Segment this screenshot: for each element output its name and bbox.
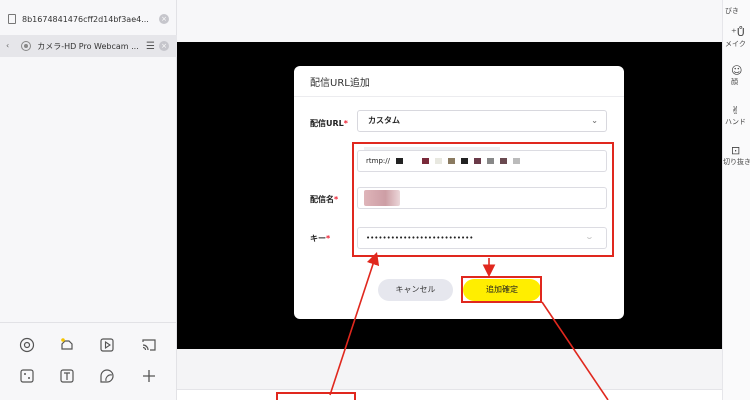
chevron-down-icon: ⌄: [591, 116, 598, 125]
source-name: カメラ-HD Pro Webcam ...: [37, 41, 139, 51]
source-toolbar: [0, 322, 177, 400]
effect-label: 切り抜き: [723, 158, 750, 166]
sticker-source-icon[interactable]: [98, 367, 116, 385]
url-type-value: カスタム: [368, 116, 400, 125]
source-panel: 8b1674841476cff2d14bf3ae4... × ‹ カメラ-HD …: [0, 0, 177, 400]
source-name: 8b1674841476cff2d14bf3ae4...: [22, 14, 149, 24]
name-label-text: 配信名: [310, 195, 334, 204]
required-mark: *: [343, 119, 348, 128]
bottom-bar: [177, 389, 722, 400]
effect-label: びき: [725, 7, 739, 15]
add-source-icon[interactable]: [140, 367, 158, 385]
camera-source-icon[interactable]: [18, 336, 36, 354]
url-label: 配信URL*: [310, 118, 348, 129]
annotation-box-fields: [352, 142, 614, 257]
canvas-top-area: [177, 0, 722, 42]
key-label-text: キー: [310, 234, 326, 243]
dialog-title: 配信URL追加: [310, 78, 370, 89]
makeup-icon: ⁺Ů: [731, 26, 745, 39]
text-source-icon[interactable]: [58, 367, 76, 385]
video-source-icon[interactable]: [98, 336, 116, 354]
menu-icon[interactable]: ☰: [146, 41, 155, 52]
effect-label: 顔: [731, 78, 738, 86]
cast-source-icon[interactable]: [140, 336, 158, 354]
url-label-text: 配信URL: [310, 119, 344, 128]
file-icon: [8, 14, 16, 24]
hand-icon: ✌: [731, 104, 741, 117]
effect-item-makeup[interactable]: ⁺Ů メイク: [725, 26, 750, 49]
cutout-icon: ⊡: [731, 144, 741, 157]
cancel-button[interactable]: キャンセル: [378, 279, 453, 301]
canvas-bottom-area: [177, 349, 722, 389]
game-source-icon[interactable]: [58, 336, 76, 354]
close-icon[interactable]: ×: [159, 14, 169, 24]
annotation-box-bottom: [276, 392, 356, 400]
required-mark: *: [326, 234, 331, 243]
chevron-right-icon[interactable]: ‹: [6, 41, 9, 51]
source-item[interactable]: 8b1674841476cff2d14bf3ae4... ×: [0, 8, 177, 30]
required-mark: *: [334, 195, 339, 204]
effects-panel: びき ⁺Ů メイク ☺ 顔 ✌ ハンド ⊡ 切り抜き: [722, 0, 750, 400]
effect-item[interactable]: びき: [725, 6, 750, 16]
source-item-camera[interactable]: ‹ カメラ-HD Pro Webcam ... ☰ ×: [0, 35, 177, 57]
effect-label: メイク: [725, 40, 746, 48]
camera-icon: [21, 41, 32, 51]
capture-source-icon[interactable]: [18, 367, 36, 385]
effect-item-cutout[interactable]: ⊡ 切り抜き: [723, 144, 750, 167]
divider: [294, 96, 624, 97]
effect-item-hand[interactable]: ✌ ハンド: [725, 104, 750, 127]
face-icon: ☺: [731, 64, 743, 77]
app-window: 8b1674841476cff2d14bf3ae4... × ‹ カメラ-HD …: [0, 0, 750, 400]
close-icon[interactable]: ×: [159, 41, 169, 51]
annotation-box-confirm: [461, 276, 542, 303]
effect-label: ハンド: [725, 118, 746, 126]
name-label: 配信名*: [310, 194, 338, 205]
key-label: キー*: [310, 233, 330, 244]
effect-item-face[interactable]: ☺ 顔: [725, 64, 750, 87]
url-type-select[interactable]: カスタム ⌄: [357, 110, 607, 132]
